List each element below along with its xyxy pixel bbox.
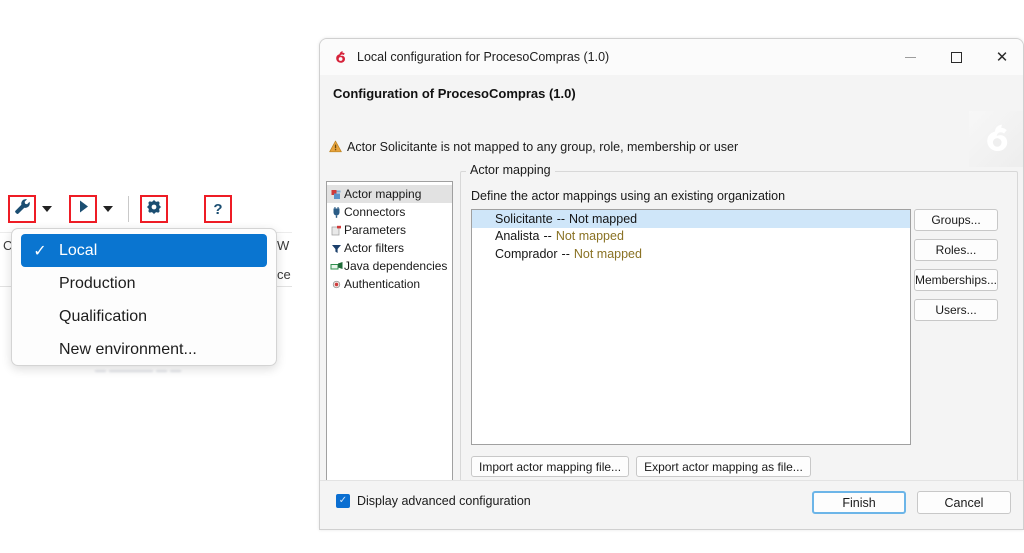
- menu-item-local[interactable]: ✓ Local: [21, 234, 267, 267]
- authentication-icon: [329, 279, 344, 290]
- sidebar-item-label: Java dependencies: [344, 259, 448, 273]
- dialog-header: Configuration of ProcesoCompras (1.0) Ac…: [320, 75, 1023, 167]
- java-dependencies-icon: [329, 261, 344, 272]
- export-actor-mapping-button[interactable]: Export actor mapping as file...: [636, 456, 811, 477]
- sidebar-item-label: Authentication: [344, 277, 421, 291]
- checkbox-check-icon: ✓: [336, 494, 350, 508]
- list-item[interactable]: Solicitante -- Not mapped: [472, 210, 910, 228]
- run-button[interactable]: [69, 195, 97, 223]
- bonita-logo-icon: [333, 50, 348, 65]
- menu-item-label: New environment...: [59, 340, 197, 358]
- sidebar-item-label: Parameters: [344, 223, 407, 237]
- dialog-titlebar: Local configuration for ProcesoCompras (…: [320, 39, 1023, 75]
- sidebar-item-label: Actor mapping: [344, 187, 422, 201]
- sidebar-item-connectors[interactable]: Connectors: [327, 203, 452, 221]
- roles-button[interactable]: Roles...: [914, 239, 998, 261]
- list-item[interactable]: Comprador -- Not mapped: [472, 245, 910, 263]
- users-button[interactable]: Users...: [914, 299, 998, 321]
- maximize-icon: [950, 51, 962, 63]
- sidebar-item-authentication[interactable]: Authentication: [327, 275, 452, 293]
- separator: --: [556, 211, 566, 226]
- footer-button-group: Finish Cancel: [812, 491, 1011, 514]
- bonita-logo-watermark: [969, 111, 1023, 167]
- check-icon: ✓: [33, 242, 47, 260]
- menu-item-production[interactable]: Production: [12, 267, 276, 300]
- memberships-button[interactable]: Memberships...: [914, 269, 998, 291]
- play-icon: [76, 199, 91, 219]
- cancel-button[interactable]: Cancel: [917, 491, 1011, 514]
- menu-item-qualification[interactable]: Qualification: [12, 300, 276, 333]
- window-controls: ✕: [887, 39, 1023, 75]
- actor-mapping-list[interactable]: Solicitante -- Not mapped Analista -- No…: [471, 209, 911, 445]
- editor-toolbar: ?: [0, 186, 292, 232]
- separator: --: [543, 229, 552, 244]
- toolbar-button-row: ?: [8, 186, 232, 232]
- question-mark-icon: ?: [213, 200, 223, 218]
- run-dropdown-arrow[interactable]: [97, 195, 119, 223]
- configuration-sidebar: Actor mapping Connectors Parameters Acto…: [326, 181, 453, 513]
- sidebar-item-label: Connectors: [344, 205, 406, 219]
- warning-text: Actor Solicitante is not mapped to any g…: [347, 140, 739, 154]
- help-button[interactable]: ?: [204, 195, 232, 223]
- mapping-action-buttons: Groups... Roles... Memberships... Users.…: [914, 209, 998, 329]
- caret-down-icon: [103, 206, 113, 212]
- warning-triangle-icon: [329, 140, 342, 158]
- actor-name: Comprador: [495, 246, 558, 261]
- mapping-state: Not mapped: [569, 211, 638, 226]
- sidebar-list: Actor mapping Connectors Parameters Acto…: [327, 182, 452, 293]
- sidebar-item-label: Actor filters: [344, 241, 405, 255]
- checkbox-label: Display advanced configuration: [357, 494, 531, 508]
- group-title: Actor mapping: [466, 163, 555, 177]
- menu-item-label: Production: [59, 274, 136, 292]
- display-advanced-configuration-checkbox[interactable]: ✓ Display advanced configuration: [336, 494, 531, 508]
- menu-item-label: Local: [59, 241, 98, 259]
- background-text-right-2: ce: [277, 267, 291, 282]
- list-item[interactable]: Analista -- Not mapped: [472, 228, 910, 246]
- wrench-icon: [14, 198, 31, 220]
- close-icon: ✕: [995, 48, 1009, 66]
- sidebar-item-actor-filters[interactable]: Actor filters: [327, 239, 452, 257]
- mapping-state: Not mapped: [555, 229, 624, 244]
- dialog-title: Local configuration for ProcesoCompras (…: [357, 50, 610, 64]
- minimize-button[interactable]: [887, 39, 933, 75]
- group-description: Define the actor mappings using an exist…: [471, 189, 786, 203]
- sidebar-item-parameters[interactable]: Parameters: [327, 221, 452, 239]
- groups-button[interactable]: Groups...: [914, 209, 998, 231]
- menu-item-new-environment[interactable]: New environment...: [12, 333, 276, 365]
- warning-message: Actor Solicitante is not mapped to any g…: [329, 140, 738, 158]
- dialog-footer: ✓ Display advanced configuration Finish …: [320, 480, 1023, 529]
- parameters-icon: [329, 225, 344, 236]
- menu-item-label: Qualification: [59, 307, 148, 325]
- background-text-right: W: [277, 238, 290, 253]
- preferences-button[interactable]: [140, 195, 168, 223]
- minimize-icon: [904, 56, 916, 58]
- gear-icon: [146, 199, 162, 220]
- configure-dropdown-arrow[interactable]: [36, 195, 58, 223]
- finish-button[interactable]: Finish: [812, 491, 906, 514]
- dialog-body: Actor mapping Connectors Parameters Acto…: [320, 163, 1023, 519]
- environment-dropdown-menu[interactable]: ✓ Local Production Qualification New env…: [11, 228, 277, 366]
- connector-plug-icon: [329, 206, 344, 218]
- filter-funnel-icon: [329, 243, 344, 254]
- configure-button[interactable]: [8, 195, 36, 223]
- screen: C W ce — ———— — — ? ✓ Local Production Q…: [0, 0, 1024, 553]
- mapping-state: Not mapped: [573, 246, 642, 261]
- sidebar-item-java-dependencies[interactable]: Java dependencies: [327, 257, 452, 275]
- maximize-button[interactable]: [933, 39, 979, 75]
- actor-name: Solicitante: [495, 211, 553, 226]
- configuration-dialog: Local configuration for ProcesoCompras (…: [319, 38, 1024, 530]
- import-actor-mapping-button[interactable]: Import actor mapping file...: [471, 456, 630, 477]
- actor-name: Analista: [495, 229, 540, 244]
- separator: --: [561, 246, 570, 261]
- sidebar-item-actor-mapping[interactable]: Actor mapping: [327, 185, 452, 203]
- background-blurred-text: — ———— — —: [95, 365, 182, 377]
- page-title: Configuration of ProcesoCompras (1.0): [333, 86, 576, 101]
- actor-mapping-icon: [329, 189, 344, 200]
- toolbar-separator: [128, 196, 129, 222]
- close-button[interactable]: ✕: [979, 39, 1023, 75]
- import-export-buttons: Import actor mapping file... Export acto…: [471, 456, 811, 477]
- caret-down-icon: [42, 206, 52, 212]
